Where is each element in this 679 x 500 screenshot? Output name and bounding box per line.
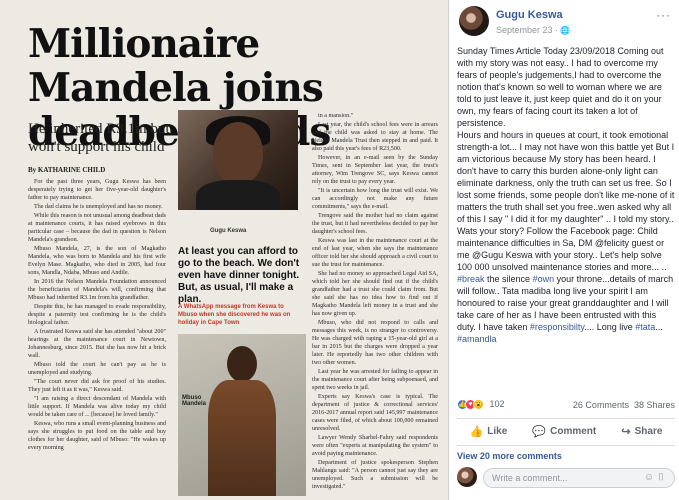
author-avatar[interactable] (459, 6, 489, 36)
post-text-main: Sunday Times Article Today 23/09/2018 Co… (457, 46, 675, 272)
commenter-avatar (457, 467, 477, 487)
shares-count[interactable]: 38 Shares (634, 400, 675, 410)
article-paragraph: Department of justice spokesperson Steph… (312, 460, 438, 490)
article-paragraph: "I am raising a direct descendant of Man… (28, 396, 166, 418)
camera-icon[interactable]: ⌷ (658, 472, 668, 483)
comment-input[interactable]: Write a comment... ☺⌷ (483, 468, 675, 488)
post-author[interactable]: Gugu Keswa (496, 9, 563, 21)
pull-quote: At least you can afford to go to the bea… (178, 246, 300, 305)
gugu-keswa-photo (178, 110, 298, 210)
reaction-icons[interactable]: 👍 ♥ 😮 (457, 398, 484, 410)
article-paragraph: Mbuso Mandela, 27, is the son of Magkath… (28, 246, 166, 276)
post-body: Sunday Times Article Today 23/09/2018 Co… (457, 45, 675, 345)
wow-reaction-icon: 😮 (473, 399, 484, 410)
article-paragraph: A frustrated Keswa said she has attended… (28, 329, 166, 359)
comments-count[interactable]: 26 Comments (573, 400, 629, 410)
post-date[interactable]: September 23 · 🌐 (496, 25, 570, 35)
share-button[interactable]: ↪ Share (621, 425, 662, 438)
article-paragraph: Last year, the child's school fees were … (312, 122, 438, 152)
article-paragraph: Lawyer Wendy Sharbel-Fahry said responde… (312, 435, 438, 457)
article-column-1: For the past three years, Gugu Keswa has… (28, 178, 166, 496)
comment-label: Comment (550, 425, 597, 437)
article-paragraph: Mbuso, who did not respond to calls and … (312, 320, 438, 366)
article-paragraph: Mbuso told the court he can't pay as he … (28, 362, 166, 376)
hashtag-amandla[interactable]: #amandla (457, 334, 497, 344)
comment-composer: Write a comment... ☺⌷ (457, 465, 675, 493)
article-paragraph: However, in an e-mail seen by the Sunday… (312, 155, 438, 185)
article-paragraph: The dad claims he is unemployed and has … (34, 204, 163, 210)
like-label: Like (487, 425, 508, 437)
article-paragraph: "It is uncertain how long the trust will… (312, 188, 438, 210)
pull-quote-source: A WhatsApp message from Keswa to Mbuso w… (178, 304, 291, 326)
hashtag-responsibilty[interactable]: #responsibilty (530, 322, 584, 332)
facebook-post: Gugu Keswa September 23 · 🌐 ··· Sunday Ti… (449, 0, 679, 500)
post-text-mid1: the silence (484, 274, 533, 284)
comment-icon: 💬 (532, 425, 547, 438)
article-paragraph: Despite this, he has managed to evade re… (28, 304, 166, 326)
article-paragraph: In 2016 the Nelson Mandela Foundation an… (28, 279, 166, 301)
article-paragraph: She had no money so approached Legal Aid… (312, 271, 438, 317)
post-text-mid3: .... Long live (584, 322, 636, 332)
article-paragraph: For the past three years, Gugu Keswa has… (28, 179, 166, 201)
article-subhead: He inherited R3.1m but won't support his… (28, 121, 170, 155)
thumbs-up-icon: 👍 (469, 425, 484, 438)
more-options-icon[interactable]: ··· (656, 8, 671, 22)
comment-input-icons: ☺⌷ (644, 472, 668, 483)
post-stats: 26 Comments 38 Shares (573, 400, 675, 410)
article-paragraph: Trengove said the mother had no claim ag… (312, 213, 438, 235)
divider (457, 418, 675, 419)
like-button[interactable]: 👍 Like (470, 425, 508, 438)
hashtag-own[interactable]: #own (533, 274, 555, 284)
article-paragraph: "The court never did ask for proof of hi… (28, 379, 166, 393)
newspaper-clipping: Millionaire Mandela joins deadbeat dads … (0, 0, 449, 500)
view-more-comments-link[interactable]: View 20 more comments (457, 451, 562, 461)
article-paragraph: Keswa, who runs a small event-planning b… (28, 421, 166, 451)
comment-button[interactable]: 💬 Comment (532, 425, 596, 438)
mbuso-mandela-photo (178, 334, 306, 496)
divider (457, 445, 675, 446)
article-paragraph: Last year he was arrested for failing to… (312, 369, 438, 391)
reactions-bar: 👍 ♥ 😮 102 26 Comments 38 Shares (457, 398, 675, 414)
post-text-mid4: ... (655, 322, 663, 332)
post-date-text[interactable]: September 23 · (496, 25, 558, 35)
article-column-3: in a mansion." Last year, the child's sch… (312, 112, 438, 496)
photo-caption-mbuso: Mbuso Mandela (182, 395, 207, 407)
hashtag-tata[interactable]: #tata (635, 322, 655, 332)
emoji-icon[interactable]: ☺ (644, 472, 658, 483)
article-paragraph: Experts say Keswa's case is typical. The… (312, 394, 438, 432)
reaction-count[interactable]: 102 (490, 399, 505, 409)
globe-icon: 🌐 (560, 26, 571, 35)
comment-placeholder: Write a comment... (492, 473, 568, 483)
share-icon: ↪ (621, 425, 631, 438)
article-paragraph: Keswa was last in the maintenance court … (312, 238, 438, 268)
article-paragraph: in a mansion." (318, 113, 354, 119)
article-byline: By KATHARINE CHILD (28, 166, 106, 174)
hashtag-break[interactable]: #break (457, 274, 485, 284)
article-paragraph: While this reason is not unusual among d… (28, 213, 166, 243)
share-label: Share (634, 425, 663, 437)
photo-caption-gugu: Gugu Keswa (210, 228, 247, 234)
post-actions: 👍 Like 💬 Comment ↪ Share (457, 420, 675, 442)
